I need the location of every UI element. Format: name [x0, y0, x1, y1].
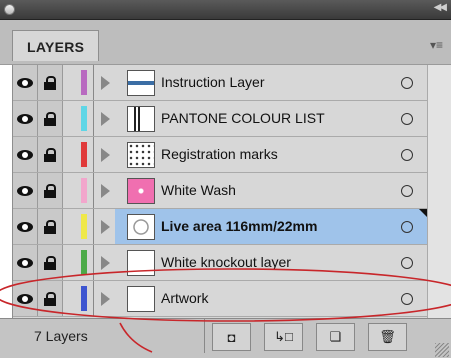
layer-name[interactable]: Registration marks — [161, 137, 278, 172]
expand-triangle-icon[interactable] — [101, 184, 110, 198]
column-divider — [93, 245, 94, 280]
target-circle-icon[interactable] — [401, 221, 413, 233]
lock-icon[interactable] — [38, 173, 63, 208]
target-circle-icon[interactable] — [401, 113, 413, 125]
target-circle-icon[interactable] — [401, 149, 413, 161]
layer-name[interactable]: Artwork — [161, 281, 208, 316]
layer-name[interactable]: White Wash — [161, 173, 236, 208]
layer-name-cell[interactable]: Live area 116mm/22mm — [115, 209, 427, 244]
layer-thumbnail — [127, 286, 155, 312]
make-clipping-mask-icon[interactable]: ◘ — [212, 323, 251, 351]
layer-thumbnail — [127, 214, 155, 240]
column-divider — [93, 173, 94, 208]
tab-layers[interactable]: LAYERS — [12, 30, 100, 61]
layer-row[interactable]: PANTONE COLOUR LIST — [13, 101, 427, 137]
layer-thumbnail — [127, 250, 155, 276]
scrollbar[interactable] — [427, 65, 451, 318]
layer-color-swatch — [81, 178, 87, 203]
expand-triangle-icon[interactable] — [101, 220, 110, 234]
expand-triangle-icon[interactable] — [101, 292, 110, 306]
target-circle-icon[interactable] — [401, 257, 413, 269]
column-divider — [93, 65, 94, 100]
layer-count: 7 Layers — [12, 319, 205, 353]
layer-row[interactable]: Artwork — [13, 281, 427, 317]
trash-icon[interactable]: 🗑 — [368, 323, 407, 351]
layer-name[interactable]: Instruction Layer — [161, 65, 265, 100]
column-divider — [93, 101, 94, 136]
lock-icon[interactable] — [38, 65, 63, 100]
layer-color-swatch — [81, 250, 87, 275]
layer-row[interactable]: White Wash — [13, 173, 427, 209]
create-sublayer-icon[interactable]: ↳□ — [264, 323, 303, 351]
visibility-eye-icon[interactable] — [13, 209, 38, 244]
visibility-eye-icon[interactable] — [13, 245, 38, 280]
visibility-eye-icon[interactable] — [13, 281, 38, 316]
expand-triangle-icon[interactable] — [101, 112, 110, 126]
lock-icon[interactable] — [38, 209, 63, 244]
layer-thumbnail — [127, 106, 155, 132]
double-arrow-icon[interactable]: ◀◀ — [434, 2, 447, 13]
layer-color-swatch — [81, 70, 87, 95]
layer-list: Instruction Layer PANTONE COLOUR LIST Re… — [12, 65, 428, 318]
column-divider — [93, 281, 94, 316]
close-icon[interactable] — [4, 4, 15, 15]
layer-name[interactable]: White knockout layer — [161, 245, 291, 280]
layer-row[interactable]: White knockout layer — [13, 245, 427, 281]
visibility-eye-icon[interactable] — [13, 173, 38, 208]
layer-name-cell[interactable]: PANTONE COLOUR LIST — [115, 101, 427, 136]
layer-name-cell[interactable]: Registration marks — [115, 137, 427, 172]
panel-title-bar[interactable]: ◀◀ — [0, 0, 451, 20]
panel-menu-icon[interactable]: ▾≡ — [430, 38, 443, 52]
layer-color-swatch — [81, 106, 87, 131]
layer-name-cell[interactable]: White knockout layer — [115, 245, 427, 280]
layer-color-swatch — [81, 286, 87, 311]
expand-triangle-icon[interactable] — [101, 256, 110, 270]
layer-color-swatch — [81, 214, 87, 239]
target-circle-icon[interactable] — [401, 293, 413, 305]
target-circle-icon[interactable] — [401, 77, 413, 89]
visibility-eye-icon[interactable] — [13, 65, 38, 100]
layers-panel: ◀◀ LAYERS ▾≡ Instruction Layer PANTONE C… — [0, 0, 451, 358]
layer-thumbnail — [127, 142, 155, 168]
expand-triangle-icon[interactable] — [101, 148, 110, 162]
lock-icon[interactable] — [38, 137, 63, 172]
new-layer-icon[interactable]: ❏ — [316, 323, 355, 351]
lock-icon[interactable] — [38, 101, 63, 136]
layer-color-swatch — [81, 142, 87, 167]
layer-name-cell[interactable]: Instruction Layer — [115, 65, 427, 100]
layer-thumbnail — [127, 70, 155, 96]
layer-name-cell[interactable]: Artwork — [115, 281, 427, 316]
layer-name[interactable]: Live area 116mm/22mm — [161, 209, 317, 244]
resize-grip-icon[interactable] — [435, 343, 449, 357]
visibility-eye-icon[interactable] — [13, 101, 38, 136]
panel-footer: 7 Layers ◘ ↳□ ❏ 🗑 — [0, 318, 451, 358]
lock-icon[interactable] — [38, 245, 63, 280]
target-circle-icon[interactable] — [401, 185, 413, 197]
layer-row[interactable]: Registration marks — [13, 137, 427, 173]
layer-row[interactable]: Instruction Layer — [13, 65, 427, 101]
layer-name[interactable]: PANTONE COLOUR LIST — [161, 101, 325, 136]
layer-name-cell[interactable]: White Wash — [115, 173, 427, 208]
lock-icon[interactable] — [38, 281, 63, 316]
layer-row[interactable]: Live area 116mm/22mm — [13, 209, 427, 245]
visibility-eye-icon[interactable] — [13, 137, 38, 172]
layer-thumbnail — [127, 178, 155, 204]
column-divider — [93, 209, 94, 244]
column-divider — [93, 137, 94, 172]
selected-art-marker-icon — [419, 209, 427, 217]
expand-triangle-icon[interactable] — [101, 76, 110, 90]
